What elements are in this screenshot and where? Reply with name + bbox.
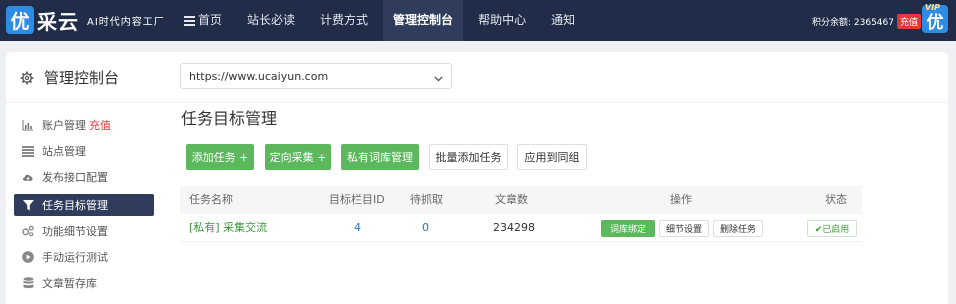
play-circle-icon — [22, 251, 34, 263]
points-balance: 积分余额: 2365467 充值 — [812, 14, 921, 29]
sidebar-item-sites[interactable]: 站点管理 — [14, 140, 154, 162]
nav-help-label: 帮助中心 — [478, 13, 527, 27]
sidebar-item-task-target[interactable]: 任务目标管理 — [14, 194, 154, 216]
nav-notice-label: 通知 — [551, 13, 576, 27]
filter-icon — [22, 199, 34, 211]
main-nav: 首页 站长必读 计费方式 管理控制台 帮助中心 通知 — [174, 0, 590, 41]
nav-console-label: 管理控制台 — [393, 13, 454, 27]
delete-task-button[interactable]: 删除任务 — [713, 220, 763, 237]
page-title-text: 管理控制台 — [44, 69, 120, 87]
vip-tag: VIP — [925, 3, 941, 12]
col-column-id: 目标栏目ID — [329, 193, 385, 206]
nav-notice[interactable]: 通知 — [541, 0, 585, 41]
status-badge[interactable]: ✔已启用 — [807, 220, 857, 237]
lexicon-bind-button[interactable]: 词库绑定 — [601, 220, 655, 237]
sidebar-item-label: 站点管理 — [42, 145, 86, 158]
site-select-value: https://www.ucaiyun.com — [189, 69, 329, 83]
sidebar-item-manual-test[interactable]: 手动运行测试 — [14, 246, 154, 268]
logo-slogan: AI时代内容工厂 — [87, 16, 165, 28]
table-row: [私有] 采集交流 4 0 234298 词库绑定 细节设置 删除任务 ✔已启用 — [180, 214, 862, 242]
site-select[interactable]: https://www.ucaiyun.com — [180, 63, 452, 89]
nav-console[interactable]: 管理控制台 — [383, 0, 464, 41]
sidebar-item-label: 发布接口配置 — [42, 171, 108, 184]
logo[interactable]: 优 采云 AI时代内容工厂 — [6, 5, 165, 35]
database-icon — [22, 277, 34, 289]
nav-help[interactable]: 帮助中心 — [468, 0, 536, 41]
col-pending: 待抓取 — [410, 193, 443, 206]
sidebar-item-account[interactable]: 账户管理 充值 — [14, 114, 154, 136]
sidebar-item-feature-settings[interactable]: 功能细节设置 — [14, 220, 154, 242]
sidebar-item-article-storage[interactable]: 文章暂存库 — [14, 272, 154, 294]
col-actions: 操作 — [670, 193, 692, 206]
apply-to-group-button[interactable]: 应用到同组 — [517, 144, 587, 170]
gears-icon — [22, 225, 34, 237]
sidebar-item-label: 文章暂存库 — [42, 277, 97, 290]
sidebar-item-label: 任务目标管理 — [42, 199, 108, 212]
detail-settings-button[interactable]: 细节设置 — [659, 220, 709, 237]
menu-icon — [184, 16, 195, 26]
gear-icon — [20, 71, 34, 85]
col-article-count: 文章数 — [495, 193, 528, 206]
page-title: 管理控制台 — [20, 67, 119, 88]
pending-count-link[interactable]: 0 — [422, 214, 429, 242]
section-title: 任务目标管理 — [181, 109, 278, 128]
logo-text: 采云 — [37, 9, 79, 34]
title-divider — [6, 102, 948, 103]
col-status: 状态 — [825, 193, 847, 206]
nav-pricing-label: 计费方式 — [320, 13, 369, 27]
batch-add-task-button[interactable]: 批量添加任务 — [429, 144, 508, 170]
nav-home[interactable]: 首页 — [174, 0, 232, 41]
targeted-collect-button[interactable]: 定向采集 + — [265, 144, 331, 170]
bar-chart-icon — [22, 119, 34, 131]
cloud-upload-icon — [22, 171, 34, 183]
article-count: 234298 — [493, 221, 535, 234]
logo-badge: 优 — [6, 6, 34, 34]
column-id-link[interactable]: 4 — [354, 214, 361, 242]
add-task-button[interactable]: 添加任务 + — [186, 144, 254, 170]
col-task-name: 任务名称 — [189, 193, 233, 206]
sidebar-item-publish-api[interactable]: 发布接口配置 — [14, 166, 154, 188]
sidebar-recharge-link[interactable]: 充值 — [89, 117, 111, 133]
nav-must-read-label: 站长必读 — [247, 13, 296, 27]
task-table-header: 任务名称 目标栏目ID 待抓取 文章数 操作 状态 — [180, 186, 862, 214]
points-label: 积分余额: 2365467 — [812, 18, 894, 28]
chevron-down-icon — [434, 72, 443, 85]
nav-must-read[interactable]: 站长必读 — [237, 0, 305, 41]
sidebar-item-label: 功能细节设置 — [42, 225, 108, 238]
recharge-badge[interactable]: 充值 — [896, 14, 921, 29]
top-navbar: 优 采云 AI时代内容工厂 首页 站长必读 计费方式 管理控制台 帮助中心 通知… — [0, 0, 956, 41]
sidebar-item-label: 账户管理 — [42, 119, 86, 132]
private-lexicon-button[interactable]: 私有词库管理 — [341, 144, 419, 170]
nav-home-label: 首页 — [198, 13, 223, 27]
nav-pricing[interactable]: 计费方式 — [310, 0, 378, 41]
task-name-link[interactable]: [私有] 采集交流 — [189, 214, 267, 242]
sidebar-item-label: 手动运行测试 — [42, 251, 108, 264]
list-icon — [22, 145, 34, 157]
